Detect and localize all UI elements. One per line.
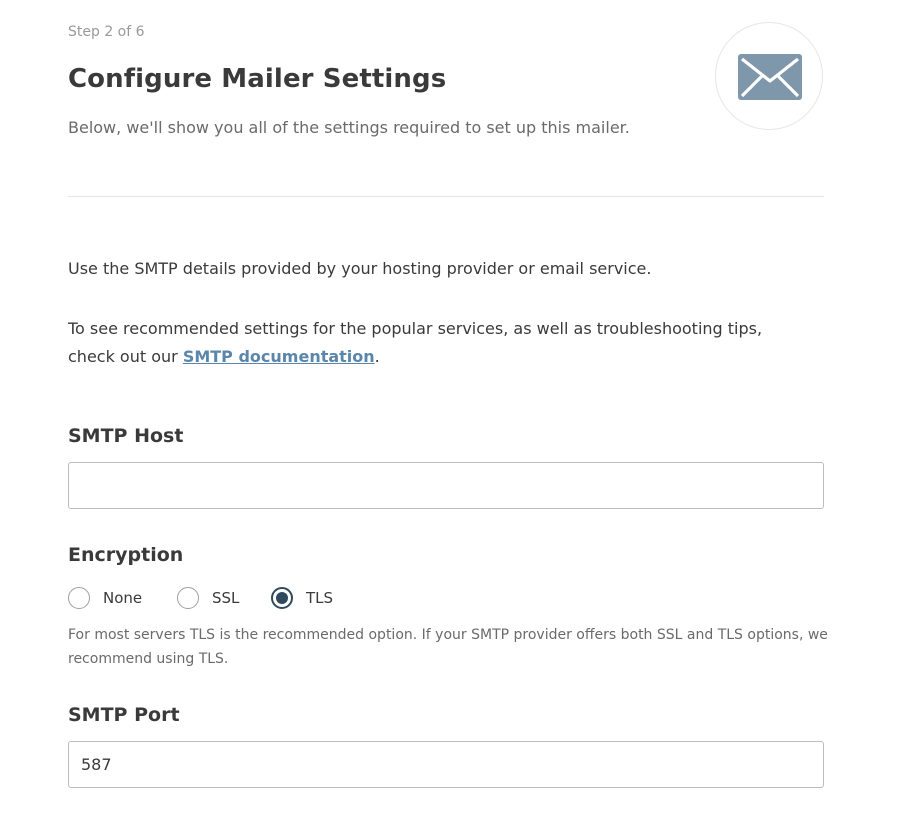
docs-hint-suffix: . — [374, 347, 380, 366]
smtp-intro-text: Use the SMTP details provided by your ho… — [68, 259, 652, 278]
smtp-port-input[interactable] — [68, 741, 824, 788]
encryption-label: Encryption — [68, 544, 184, 566]
envelope-icon — [738, 54, 802, 100]
encryption-help-text: For most servers TLS is the recommended … — [68, 627, 828, 667]
smtp-host-label: SMTP Host — [68, 425, 184, 447]
step-indicator: Step 2 of 6 — [68, 24, 145, 40]
smtp-port-label: SMTP Port — [68, 704, 180, 726]
radio-none-circle[interactable] — [68, 587, 90, 609]
page-subtitle: Below, we'll show you all of the setting… — [68, 118, 630, 137]
page-title: Configure Mailer Settings — [68, 64, 447, 94]
smtp-host-input[interactable] — [68, 462, 824, 509]
mailer-logo — [715, 22, 823, 130]
encryption-option-ssl[interactable]: SSL — [177, 585, 239, 611]
docs-hint-prefix: To see recommended settings for the popu… — [68, 319, 763, 366]
radio-ssl-label[interactable]: SSL — [212, 589, 239, 607]
radio-ssl-circle[interactable] — [177, 587, 199, 609]
radio-tls-label[interactable]: TLS — [306, 589, 333, 607]
radio-tls-circle[interactable] — [271, 587, 293, 609]
encryption-option-none[interactable]: None — [68, 585, 142, 611]
encryption-option-tls[interactable]: TLS — [271, 585, 333, 611]
section-divider — [68, 196, 824, 197]
smtp-documentation-link[interactable]: SMTP documentation — [183, 347, 375, 366]
docs-hint-text: To see recommended settings for the popu… — [68, 315, 808, 371]
radio-none-label[interactable]: None — [103, 589, 142, 607]
